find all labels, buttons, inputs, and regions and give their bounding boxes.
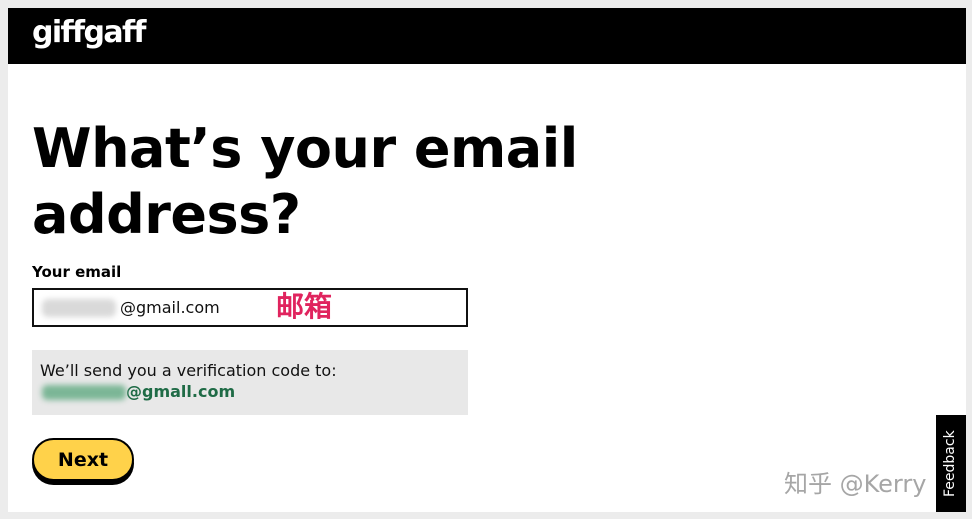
feedback-tab[interactable]: Feedback	[936, 415, 966, 512]
zhihu-watermark: 知乎 @Kerry	[784, 470, 927, 498]
verification-email-text: @gmall.com	[126, 382, 236, 401]
verification-info-box: We’ll send you a verification code to: @…	[32, 350, 468, 415]
email-input[interactable]: @gmail.com 邮箱	[32, 288, 468, 327]
verification-info-text: We’ll send you a verification code to:	[40, 361, 337, 380]
main-content: What’s your email address? Your email @g…	[32, 116, 752, 481]
feedback-label: Feedback	[942, 430, 958, 497]
email-annotation: 邮箱	[276, 290, 333, 323]
verification-email-row: @gmall.com	[40, 382, 460, 402]
email-label: Your email	[32, 263, 122, 281]
giffgaff-logo[interactable]: giffgaff	[32, 16, 146, 50]
email-input-redacted-text	[42, 299, 116, 317]
top-bar: giffgaff	[8, 8, 966, 64]
verification-email-redacted-text	[42, 384, 126, 400]
page-frame: giffgaff What’s your email address? Your…	[8, 8, 966, 512]
next-button[interactable]: Next	[32, 438, 134, 481]
email-input-value: @gmail.com	[120, 298, 220, 317]
page-title: What’s your email address?	[32, 117, 578, 246]
